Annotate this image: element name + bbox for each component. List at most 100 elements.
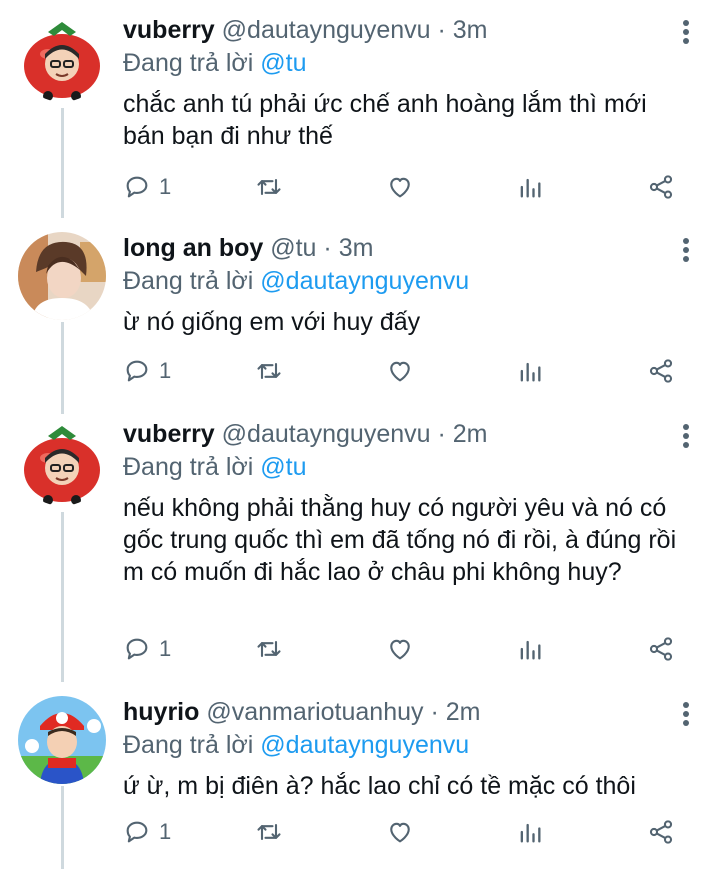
more-vertical-icon[interactable]: [682, 20, 690, 48]
replying-to-label: Đang trả lời: [123, 453, 254, 481]
tweet-header: long an boy @tu · 3m: [123, 232, 660, 264]
mention-link[interactable]: @dautaynguyenvu: [260, 731, 469, 759]
reply-icon: [123, 357, 151, 385]
mario-avatar: [18, 696, 106, 784]
retweet-icon: [255, 635, 283, 663]
share-button[interactable]: [647, 633, 675, 665]
reply-button[interactable]: 1: [123, 816, 171, 848]
like-button[interactable]: [386, 633, 414, 665]
tweet-actions: 1: [123, 816, 693, 848]
retweet-button[interactable]: [255, 355, 283, 387]
separator-dot: ·: [430, 698, 439, 726]
tweet-text: ừ nó giống em với huy đấy: [123, 308, 421, 336]
views-button[interactable]: [516, 633, 544, 665]
timestamp[interactable]: 2m: [446, 698, 481, 726]
replying-to: Đang trả lời @tu: [123, 47, 307, 79]
retweet-button[interactable]: [255, 171, 283, 203]
reply-button[interactable]: 1: [123, 171, 171, 203]
share-button[interactable]: [647, 816, 675, 848]
share-icon: [647, 818, 675, 846]
timestamp[interactable]: 2m: [453, 420, 488, 448]
display-name[interactable]: long an boy: [123, 234, 263, 262]
retweet-icon: [255, 357, 283, 385]
reply-count: 1: [159, 636, 172, 661]
reply-thread: vuberry @dautaynguyenvu · 3m Đang trả lờ…: [0, 0, 720, 869]
separator-dot: ·: [437, 420, 446, 448]
like-button[interactable]: [386, 355, 414, 387]
replying-to-label: Đang trả lời: [123, 49, 254, 77]
reply-icon: [123, 173, 151, 201]
avatar[interactable]: [18, 14, 106, 102]
tweet[interactable]: long an boy @tu · 3m Đang trả lời @dauta…: [0, 218, 720, 404]
replying-to: Đang trả lời @dautaynguyenvu: [123, 265, 469, 297]
views-button[interactable]: [516, 355, 544, 387]
retweet-icon: [255, 818, 283, 846]
replying-to-label: Đang trả lời: [123, 731, 254, 759]
display-name[interactable]: huyrio: [123, 698, 199, 726]
views-button[interactable]: [516, 816, 544, 848]
tweet-actions: 1: [123, 171, 693, 203]
mention-link[interactable]: @tu: [260, 49, 306, 77]
share-button[interactable]: [647, 171, 675, 203]
tweet-header: huyrio @vanmariotuanhuy · 2m: [123, 696, 660, 728]
separator-dot: ·: [323, 234, 332, 262]
share-icon: [647, 173, 675, 201]
reply-button[interactable]: 1: [123, 355, 171, 387]
retweet-icon: [255, 173, 283, 201]
tomato-avatar: [18, 14, 106, 102]
share-button[interactable]: [647, 355, 675, 387]
user-handle[interactable]: @dautaynguyenvu: [222, 420, 431, 448]
replying-to: Đang trả lời @tu: [123, 451, 307, 483]
tweet[interactable]: huyrio @vanmariotuanhuy · 2m Đang trả lờ…: [0, 682, 720, 869]
timestamp[interactable]: 3m: [339, 234, 374, 262]
reply-icon: [123, 635, 151, 663]
more-vertical-icon[interactable]: [682, 424, 690, 452]
retweet-button[interactable]: [255, 633, 283, 665]
heart-icon: [386, 635, 414, 663]
tweet[interactable]: vuberry @dautaynguyenvu · 3m Đang trả lờ…: [0, 0, 720, 218]
share-icon: [647, 357, 675, 385]
tomato-avatar: [18, 418, 106, 506]
user-handle[interactable]: @tu: [270, 234, 316, 262]
reply-count: 1: [159, 174, 172, 199]
replying-to: Đang trả lời @dautaynguyenvu: [123, 729, 469, 761]
analytics-icon: [516, 357, 544, 385]
avatar[interactable]: [18, 696, 106, 784]
display-name[interactable]: vuberry: [123, 16, 215, 44]
like-button[interactable]: [386, 171, 414, 203]
tweet-actions: 1: [123, 355, 693, 387]
timestamp[interactable]: 3m: [453, 16, 488, 44]
like-button[interactable]: [386, 816, 414, 848]
avatar[interactable]: [18, 232, 106, 320]
reply-button[interactable]: 1: [123, 633, 171, 665]
views-button[interactable]: [516, 171, 544, 203]
thread-connector-line: [61, 512, 64, 682]
display-name[interactable]: vuberry: [123, 420, 215, 448]
heart-icon: [386, 173, 414, 201]
analytics-icon: [516, 818, 544, 846]
heart-icon: [386, 818, 414, 846]
mention-link[interactable]: @tu: [260, 453, 306, 481]
separator-dot: ·: [437, 16, 446, 44]
thread-connector-line: [61, 322, 64, 404]
thread-connector-line: [61, 786, 64, 869]
tweet[interactable]: vuberry @dautaynguyenvu · 2m Đang trả lờ…: [0, 404, 720, 682]
tweet-actions: 1: [123, 633, 693, 665]
more-vertical-icon[interactable]: [682, 702, 690, 730]
thread-connector-line: [61, 108, 64, 218]
mention-link[interactable]: @dautaynguyenvu: [260, 267, 469, 295]
retweet-button[interactable]: [255, 816, 283, 848]
user-handle[interactable]: @dautaynguyenvu: [222, 16, 431, 44]
analytics-icon: [516, 635, 544, 663]
tweet-text: chắc anh tú phải ức chế anh hoàng lắm th…: [123, 90, 647, 150]
reply-count: 1: [159, 819, 172, 844]
person-avatar: [18, 232, 106, 320]
tweet-header: vuberry @dautaynguyenvu · 2m: [123, 418, 660, 450]
user-handle[interactable]: @vanmariotuanhuy: [206, 698, 423, 726]
tweet-text: nếu không phải thằng huy có người yêu và…: [123, 494, 677, 586]
more-vertical-icon[interactable]: [682, 238, 690, 266]
reply-icon: [123, 818, 151, 846]
avatar[interactable]: [18, 418, 106, 506]
analytics-icon: [516, 173, 544, 201]
share-icon: [647, 635, 675, 663]
